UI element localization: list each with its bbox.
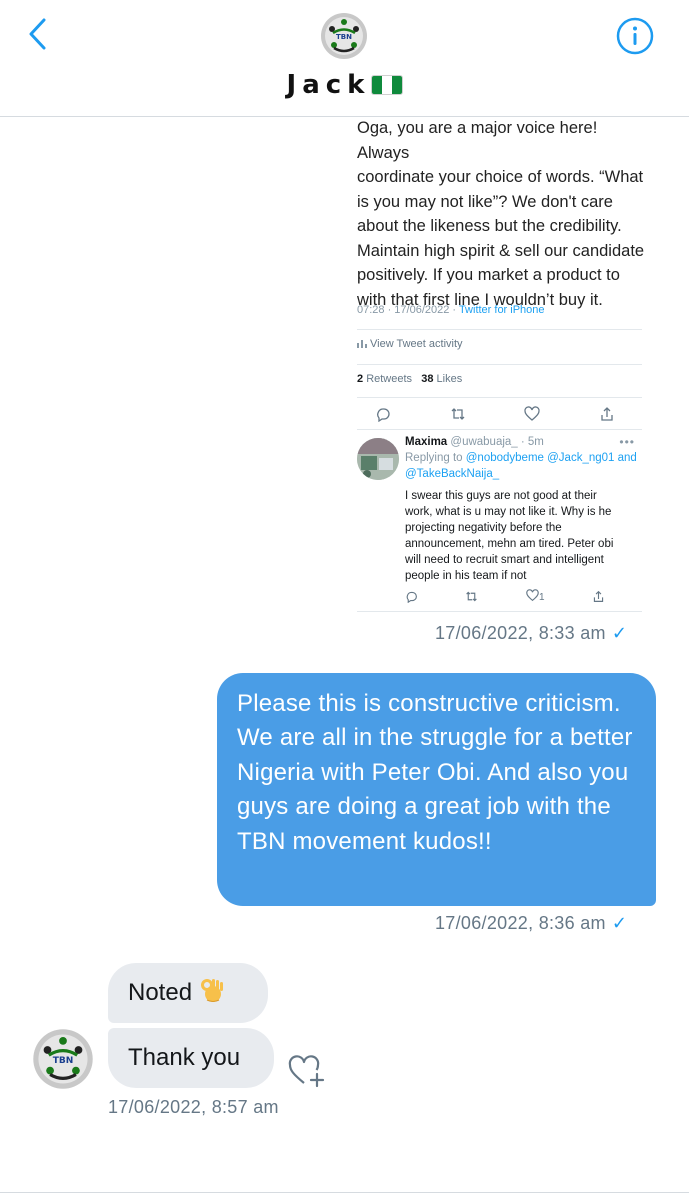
outgoing-message-text: Please this is constructive criticism. W… xyxy=(237,690,633,855)
divider xyxy=(357,397,642,398)
avatar-logo-text: TBN xyxy=(336,33,352,41)
incoming-message-bubble[interactable]: Noted xyxy=(108,963,268,1023)
checkmark-icon: ✓ xyxy=(611,623,628,643)
incoming-message-text: Noted xyxy=(128,979,193,1006)
contact-name[interactable]: Jack xyxy=(0,70,689,100)
reply-text: I swear this guys are not good at their … xyxy=(405,490,614,582)
reply-actions: 1 xyxy=(405,589,605,603)
message-timestamp: 17/06/2022, 8:57 am xyxy=(108,1097,279,1117)
reply-like-count: 1 xyxy=(538,592,545,603)
share-icon xyxy=(601,407,613,421)
contact-name-text: Jack xyxy=(286,70,371,100)
message-timestamp: 17/06/2022, 8:33 am ✓ xyxy=(435,623,628,643)
incoming-message-text: Thank you xyxy=(128,1044,241,1071)
contact-avatar-header[interactable]: TBN xyxy=(320,12,368,60)
reply-icon xyxy=(406,591,417,603)
replying-to: Replying to @nobodybeme @Jack_ng01 and @… xyxy=(405,452,637,480)
checkmark-icon: ✓ xyxy=(611,913,628,933)
chevron-left-icon xyxy=(29,18,46,50)
conversation-header: TBN Jack xyxy=(0,0,689,117)
tweet-text: Oga, you are a major voice here! Always … xyxy=(357,119,645,309)
avatar-logo-text: TBN xyxy=(53,1056,74,1066)
message-timestamp: 17/06/2022, 8:36 am ✓ xyxy=(435,913,628,933)
tweet-screenshot-image[interactable]: Oga, you are a major voice here! Always … xyxy=(345,116,656,612)
quoted-reply: Maxima @uwabuaja_ · 5m ••• Replying to @… xyxy=(357,434,655,609)
divider xyxy=(357,611,642,612)
retweet-icon xyxy=(451,408,465,420)
tweet-source: Twitter for iPhone xyxy=(458,304,545,316)
info-circle-icon xyxy=(616,17,654,55)
divider xyxy=(357,329,642,330)
heart-icon xyxy=(524,406,540,421)
composer-divider xyxy=(0,1192,689,1193)
bar-chart-icon xyxy=(357,340,367,348)
nigeria-flag-icon xyxy=(372,76,403,94)
add-reaction-button[interactable] xyxy=(287,1050,329,1090)
divider xyxy=(357,429,642,430)
heart-plus-icon xyxy=(288,1055,325,1088)
tweet-activity-link: View Tweet activity xyxy=(357,338,463,350)
reply-avatar xyxy=(357,438,399,480)
outgoing-message-bubble[interactable]: Please this is constructive criticism. W… xyxy=(217,673,656,906)
more-options-icon: ••• xyxy=(619,435,635,449)
back-button[interactable] xyxy=(22,14,58,54)
incoming-message-bubble[interactable]: Thank you xyxy=(108,1028,274,1088)
contact-avatar[interactable]: TBN xyxy=(32,1028,94,1090)
retweet-icon xyxy=(466,591,478,601)
heart-icon xyxy=(526,589,539,602)
reply-author-handle: @uwabuaja_ · 5m xyxy=(450,436,544,448)
tweet-stats: 2 Retweets 38 Likes xyxy=(357,373,463,385)
divider xyxy=(357,364,642,365)
info-button[interactable] xyxy=(614,15,656,57)
reply-icon xyxy=(377,408,390,422)
tweet-actions xyxy=(375,406,615,422)
reply-author-name: Maxima xyxy=(405,436,448,448)
reply-like: 1 xyxy=(526,589,545,603)
share-icon xyxy=(593,590,604,602)
ok-hand-icon xyxy=(201,979,224,1002)
tweet-meta: 07:28 · 17/06/2022 · Twitter for iPhone xyxy=(357,304,545,316)
